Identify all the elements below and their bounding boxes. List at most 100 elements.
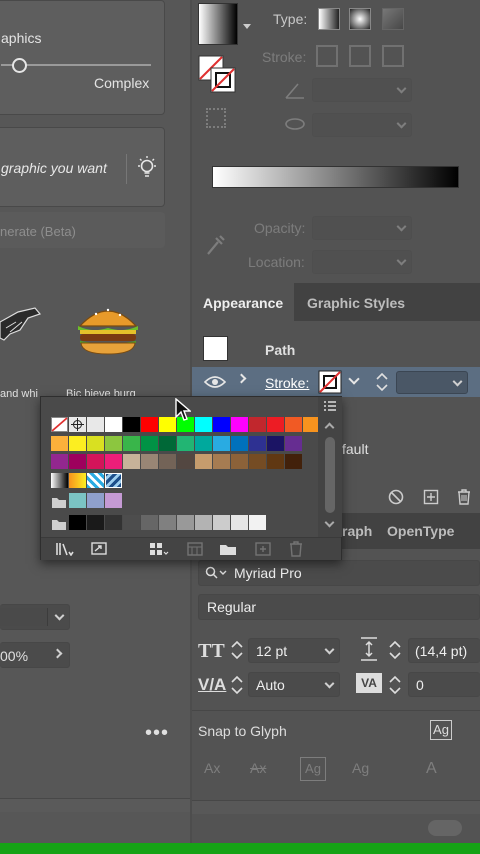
swatch[interactable] [51,454,68,469]
swatch[interactable] [249,515,266,530]
swatch[interactable] [123,417,140,432]
swatch[interactable] [141,454,158,469]
leading-field[interactable]: (14,4 pt) [408,638,480,663]
radial-gradient-button[interactable] [349,8,371,30]
linear-gradient-button[interactable] [318,8,340,30]
tab-paragraph[interactable]: raph [342,523,372,539]
swatch[interactable] [249,454,266,469]
font-family-field[interactable]: Myriad Pro [198,560,480,586]
scroll-thumb[interactable] [428,820,462,836]
swatch[interactable] [105,493,122,508]
swatch[interactable] [105,454,122,469]
swatch[interactable] [285,417,302,432]
swatch[interactable] [123,436,140,451]
swatch[interactable] [105,436,122,451]
new-group-icon[interactable] [219,542,237,556]
scrollbar[interactable] [0,798,190,812]
swatch[interactable] [213,417,230,432]
font-size-stepper-icon[interactable] [230,639,244,661]
prompt-card[interactable]: graphic you want [0,127,165,207]
snap-xheight-icon[interactable]: Ax [250,760,274,780]
kerning-field[interactable]: Auto [248,672,340,697]
swatch[interactable] [87,454,104,469]
gradient-preview[interactable] [198,3,238,45]
swatch[interactable] [285,454,302,469]
swatch-gradient-bw[interactable] [51,473,68,488]
prompt-input[interactable]: graphic you want [1,160,107,176]
stroke-along-button[interactable] [349,45,371,67]
snap-glyph-icon[interactable]: Ag [430,720,452,740]
swatch[interactable] [213,436,230,451]
place-swatches-icon[interactable] [91,542,109,556]
stroke-weight-field[interactable] [396,371,468,394]
select-dropdown[interactable] [0,604,70,630]
swatch[interactable] [87,493,104,508]
snap-glyph-bounds-icon[interactable]: Ag [300,757,326,781]
leading-stepper-icon[interactable] [388,639,402,661]
swatch-pattern-2[interactable] [105,473,122,488]
new-swatch-icon[interactable] [255,542,271,556]
fill-stroke-swatch-icon[interactable] [198,55,238,95]
swatch[interactable] [177,436,194,451]
folder-icon[interactable] [51,517,67,531]
snap-angular-icon[interactable]: A [426,760,450,780]
freeform-gradient-button[interactable] [382,8,404,30]
swatch[interactable] [69,454,86,469]
swatch[interactable] [141,436,158,451]
list-view-icon[interactable] [323,401,337,413]
swatch[interactable] [231,436,248,451]
chevron-right-icon[interactable] [52,648,63,659]
swatch[interactable] [249,436,266,451]
tracking-field[interactable]: 0 [408,672,480,697]
swatch[interactable] [69,493,86,508]
scrollbar[interactable] [192,800,480,814]
swatch-none[interactable] [51,417,68,432]
swatch[interactable] [141,417,158,432]
folder-icon[interactable] [51,495,67,509]
swatch[interactable] [123,515,140,530]
lightbulb-icon[interactable] [136,156,158,180]
swatch[interactable] [87,515,104,530]
swatch-registration[interactable] [69,417,86,432]
swatch[interactable] [87,417,104,432]
swatch-options-icon[interactable] [187,542,203,556]
swatch[interactable] [285,436,302,451]
swatch[interactable] [231,515,248,530]
swatch[interactable] [231,417,248,432]
swatch[interactable] [159,436,176,451]
tab-appearance[interactable]: Appearance [192,283,294,321]
percent-field[interactable]: 00% [0,642,70,668]
location-dropdown[interactable] [312,250,412,274]
snap-proximity-icon[interactable]: Ag [352,760,376,780]
generate-button[interactable]: nerate (Beta) [0,212,165,248]
opacity-dropdown[interactable] [312,216,412,240]
aspect-dropdown[interactable] [312,113,412,137]
swatch[interactable] [267,417,284,432]
swatch[interactable] [141,515,158,530]
swatch[interactable] [159,417,176,432]
snap-baseline-icon[interactable]: Ax [204,760,226,780]
scroll-down-icon[interactable] [324,517,335,528]
swatch[interactable] [195,436,212,451]
swatch[interactable] [195,515,212,530]
angle-dropdown[interactable] [312,78,412,102]
scroll-up-icon[interactable] [324,422,335,433]
swatches-scrollbar[interactable] [318,397,342,537]
swatch[interactable] [123,454,140,469]
delete-swatch-icon[interactable] [289,541,303,557]
swatch[interactable] [105,417,122,432]
eyedropper-icon[interactable] [204,232,226,258]
swatch[interactable] [267,436,284,451]
swatch[interactable] [231,454,248,469]
swatch[interactable] [69,515,86,530]
more-options-icon[interactable]: ••• [145,722,169,745]
swap-icon[interactable] [206,108,226,128]
swatch[interactable] [177,454,194,469]
font-style-field[interactable]: Regular [198,594,480,620]
font-size-field[interactable]: 12 pt [248,638,340,663]
swatch[interactable] [159,515,176,530]
swatch[interactable] [213,515,230,530]
eye-icon[interactable] [204,375,226,389]
tracking-stepper-icon[interactable] [388,674,402,696]
stroke-none-swatch-icon[interactable] [318,370,342,394]
